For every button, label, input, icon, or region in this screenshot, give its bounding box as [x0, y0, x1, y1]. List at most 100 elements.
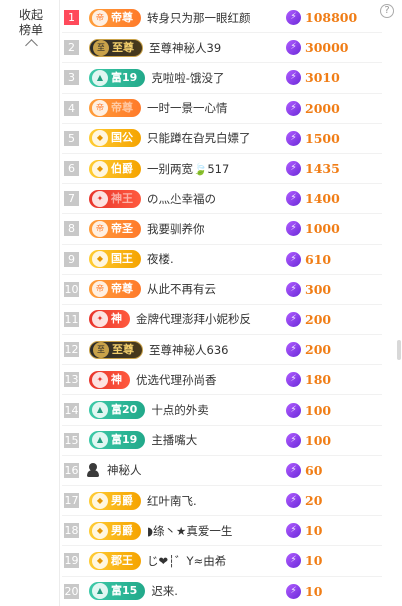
contribution-value: 200 — [305, 342, 332, 358]
ranking-row[interactable]: 20 ▲ 富15 迟来. ⚡ 10 — [62, 577, 382, 606]
ranking-row[interactable]: 11 ✦ 神金牌代理澎拜小妮秒反 ⚡ 200 — [62, 305, 382, 336]
scrollbar[interactable] — [394, 0, 402, 606]
user-nickname[interactable]: 夜楼. — [147, 251, 382, 267]
contribution: ⚡ 100 — [286, 426, 331, 455]
user-nickname[interactable]: 优选代理孙尚香 — [136, 372, 382, 388]
level-badge: ▲ 富19 — [89, 431, 146, 450]
badge-title: 神 — [111, 372, 122, 386]
help-icon[interactable]: ? — [380, 4, 394, 18]
contribution-value: 610 — [305, 251, 332, 267]
lightning-icon: ⚡ — [286, 342, 301, 358]
lightning-icon: ⚡ — [286, 251, 301, 267]
user-nickname[interactable]: 一别两宽🍃517 — [147, 161, 382, 177]
level-badge: ◆ 男爵 — [89, 521, 141, 540]
ranking-row[interactable]: 6 ◆ 伯爵 一别两宽🍃517 ⚡ 1435 — [62, 154, 382, 185]
user-nickname[interactable]: 克啦啦-饿没了 — [151, 70, 382, 86]
user-nickname[interactable]: 一时一景一心情 — [147, 100, 382, 116]
user-nickname[interactable]: 红叶南飞. — [147, 493, 382, 509]
contribution-value: 300 — [305, 281, 332, 297]
ranking-list: 1 帝帝尊 转身只为那一眼红颜 ⚡ 108800 2 至至尊 至尊神秘人39 ⚡ 30000 3 ▲ 富… — [62, 3, 382, 606]
user-nickname[interactable]: 迟来. — [151, 583, 382, 599]
user-nickname[interactable]: 至尊神秘人636 — [149, 342, 382, 358]
ranking-row[interactable]: 3 ▲ 富19 克啦啦-饿没了 ⚡ 3010 — [62, 63, 382, 94]
ranking-row[interactable]: 10 帝帝尊 从此不再有云 ⚡ 300 — [62, 275, 382, 305]
contribution: ⚡ 10 — [286, 516, 322, 545]
user-nickname[interactable]: 十点的外卖 — [151, 402, 382, 418]
ranking-row[interactable]: 7 ✦ 神王 の灬尐幸福の ⚡ 1400 — [62, 184, 382, 215]
ranking-row[interactable]: 2 至至尊 至尊神秘人39 ⚡ 30000 — [62, 33, 382, 64]
ranking-row[interactable]: 8 帝帝圣 我要驯养你 ⚡ 1000 — [62, 214, 382, 245]
lightning-icon: ⚡ — [286, 130, 301, 146]
lightning-icon: ⚡ — [286, 10, 301, 26]
rank-number: 18 — [64, 523, 79, 539]
badge-emblem-icon: 帝 — [92, 281, 108, 298]
contribution-value: 1000 — [305, 221, 340, 237]
user-nickname[interactable]: 神秘人 — [107, 462, 382, 478]
ranking-row[interactable]: 1 帝帝尊 转身只为那一眼红颜 ⚡ 108800 — [62, 3, 382, 34]
badge-emblem-icon: 至 — [93, 39, 109, 56]
rank-number: 11 — [64, 311, 79, 327]
lightning-icon: ⚡ — [286, 40, 301, 56]
level-badge: ◆ 郡王 — [89, 551, 141, 570]
contribution: ⚡ 200 — [286, 335, 331, 364]
contribution-value: 10 — [305, 583, 323, 599]
badge-title: 神王 — [111, 191, 133, 205]
badge-emblem-icon: ◆ — [92, 492, 108, 509]
contribution-value: 2000 — [305, 100, 340, 116]
contribution-value: 1435 — [305, 161, 340, 177]
collapse-ranking-button[interactable]: 收起榜单 — [14, 8, 48, 52]
badge-title: 富15 — [111, 584, 138, 598]
ranking-row[interactable]: 14 ▲ 富20 十点的外卖 ⚡ 100 — [62, 395, 382, 426]
badge-title: 帝尊 — [111, 101, 133, 115]
user-nickname[interactable]: 主播嘴大 — [151, 432, 382, 448]
contribution-value: 100 — [305, 402, 332, 418]
user-nickname[interactable]: 金牌代理澎拜小妮秒反 — [136, 311, 382, 327]
contribution: ⚡ 10 — [286, 546, 322, 575]
level-badge: ◆ 国王 — [89, 250, 141, 269]
ranking-row[interactable]: 15 ▲ 富19 主播嘴大 ⚡ 100 — [62, 426, 382, 456]
ranking-row[interactable]: 13 ✦ 神优选代理孙尚香 ⚡ 180 — [62, 365, 382, 396]
rank-number: 1 — [64, 10, 79, 26]
ranking-row[interactable]: 5 ◆ 国公 只能蹲在旮旯白嫖了 ⚡ 1500 — [62, 124, 382, 154]
lightning-icon: ⚡ — [286, 311, 301, 327]
badge-title: 国王 — [111, 252, 133, 266]
contribution: ⚡ 60 — [286, 456, 322, 485]
badge-emblem-icon: 帝 — [92, 100, 108, 117]
user-nickname[interactable]: ◗绦丶★真爱一生 — [147, 523, 382, 539]
badge-emblem-icon: ▲ — [92, 432, 108, 449]
level-badge: ◆ 伯爵 — [89, 159, 141, 178]
level-badge: ✦ 神 — [89, 310, 130, 329]
ranking-row[interactable]: 19 ◆ 郡王 じ❤┆゛Y≈由希 ⚡ 10 — [62, 546, 382, 577]
level-badge: 帝帝尊 — [89, 280, 141, 299]
rank-number: 12 — [64, 342, 79, 358]
rank-number: 9 — [64, 251, 79, 267]
contribution: ⚡ 1400 — [286, 184, 340, 213]
user-nickname[interactable]: 从此不再有云 — [147, 281, 382, 297]
level-badge: 帝帝尊 — [89, 8, 141, 27]
ranking-row[interactable]: 16 神秘人 ⚡ 60 — [62, 456, 382, 486]
user-nickname[interactable]: 我要驯养你 — [147, 221, 382, 237]
ranking-row[interactable]: 4 帝帝尊 一时一景一心情 ⚡ 2000 — [62, 94, 382, 124]
level-badge: ▲ 富15 — [89, 582, 146, 601]
level-badge: 至至尊 — [89, 38, 143, 57]
badge-emblem-icon: ▲ — [92, 69, 108, 86]
ranking-row[interactable]: 9 ◆ 国王 夜楼. ⚡ 610 — [62, 245, 382, 275]
badge-title: 至尊 — [112, 40, 134, 54]
contribution: ⚡ 2000 — [286, 94, 340, 123]
level-badge: 帝帝圣 — [89, 219, 141, 238]
ranking-row[interactable]: 12 至至尊 至尊神秘人636 ⚡ 200 — [62, 335, 382, 366]
user-nickname[interactable]: の灬尐幸福の — [147, 191, 382, 207]
ranking-row[interactable]: 17 ◆ 男爵 红叶南飞. ⚡ 20 — [62, 486, 382, 517]
scrollbar-thumb[interactable] — [397, 340, 401, 360]
ranking-row[interactable]: 18 ◆ 男爵 ◗绦丶★真爱一生 ⚡ 10 — [62, 516, 382, 547]
user-nickname[interactable]: じ❤┆゛Y≈由希 — [147, 553, 382, 569]
user-nickname[interactable]: 只能蹲在旮旯白嫖了 — [147, 130, 382, 146]
contribution: ⚡ 200 — [286, 305, 331, 334]
badge-emblem-icon: 至 — [93, 341, 109, 358]
contribution: ⚡ 30000 — [286, 33, 349, 62]
left-rail: 收起榜单 — [0, 0, 60, 606]
rank-number: 5 — [64, 130, 79, 146]
badge-title: 富19 — [111, 70, 138, 84]
badge-title: 帝圣 — [111, 221, 133, 235]
rank-number: 2 — [64, 40, 79, 56]
